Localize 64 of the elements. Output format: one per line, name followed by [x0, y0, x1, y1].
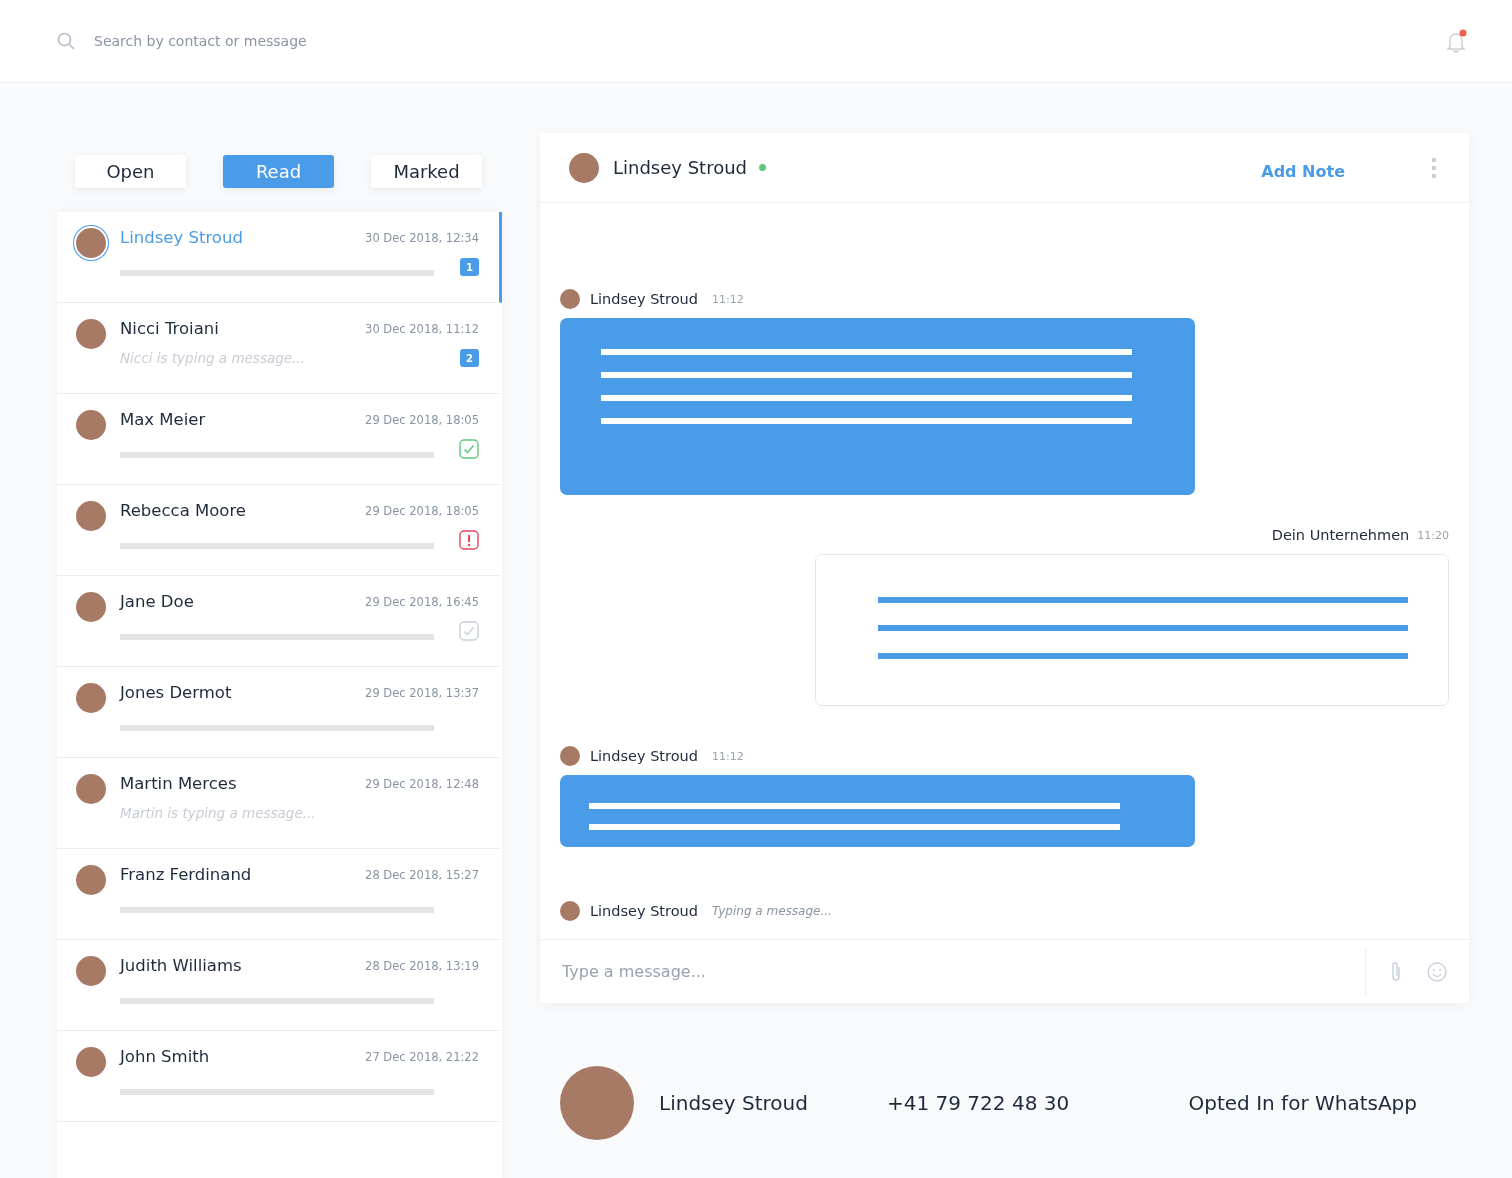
timestamp: 11:20	[1417, 528, 1449, 542]
author-name: Lindsey Stroud	[590, 291, 698, 307]
avatar	[569, 152, 599, 183]
contact-name: Lindsey Stroud	[613, 157, 748, 178]
timestamp: 11:12	[711, 292, 744, 306]
avatar	[76, 592, 106, 622]
avatar	[560, 746, 580, 766]
conversation-item[interactable]: John Smith 27 Dec 2018, 21:22	[57, 1031, 502, 1122]
avatar	[76, 865, 106, 895]
unread-count-badge: 1	[460, 258, 479, 276]
bell-icon[interactable]	[1446, 29, 1468, 53]
contact-name: Lindsey Stroud	[120, 228, 243, 247]
timestamp: 29 Dec 2018, 18:05	[365, 412, 479, 427]
contact-name: Max Meier	[120, 410, 206, 429]
timestamp: 28 Dec 2018, 15:27	[365, 867, 479, 882]
paperclip-icon[interactable]	[1390, 960, 1402, 983]
avatar	[560, 901, 580, 921]
author-name: Lindsey Stroud	[590, 903, 698, 919]
phone-number: +41 79 722 48 30	[887, 1091, 1070, 1115]
avatar	[76, 319, 106, 349]
tab[interactable]: Open	[75, 155, 186, 188]
avatar	[560, 289, 580, 309]
timestamp: 28 Dec 2018, 13:19	[365, 958, 479, 973]
unread-count-badge: 2	[460, 349, 479, 367]
author-name: Lindsey Stroud	[590, 748, 698, 764]
search-icon	[57, 32, 75, 50]
message-input[interactable]: Type a message...	[560, 961, 1341, 982]
more-options-icon[interactable]	[1431, 156, 1437, 179]
timestamp: 29 Dec 2018, 18:05	[365, 503, 479, 518]
avatar	[76, 228, 106, 258]
typing-indicator: Typing a message...	[711, 904, 832, 918]
contact-name: Jones Dermot	[120, 683, 232, 702]
tab[interactable]: Marked	[371, 155, 482, 188]
avatar	[76, 1047, 106, 1077]
avatar	[76, 410, 106, 440]
timestamp: 27 Dec 2018, 21:22	[365, 1049, 479, 1064]
emoji-icon[interactable]	[1426, 960, 1448, 983]
conversation-item[interactable]: Judith Williams 28 Dec 2018, 13:19	[57, 940, 502, 1031]
conversation-item[interactable]: Jane Doe 29 Dec 2018, 16:45	[57, 576, 502, 667]
conversation-item[interactable]: Franz Ferdinand 28 Dec 2018, 15:27	[57, 849, 502, 940]
conversation-item[interactable]: Jones Dermot 29 Dec 2018, 13:37	[57, 667, 502, 758]
contact-name: Judith Williams	[120, 956, 242, 975]
contact-name: Lindsey Stroud	[659, 1091, 809, 1115]
contact-name: Rebecca Moore	[120, 501, 246, 520]
timestamp: 29 Dec 2018, 12:48	[365, 776, 479, 791]
timestamp: 29 Dec 2018, 13:37	[365, 685, 479, 700]
timestamp: 30 Dec 2018, 11:12	[365, 321, 479, 336]
contact-name: John Smith	[120, 1047, 210, 1066]
timestamp: 30 Dec 2018, 12:34	[365, 230, 479, 245]
contact-name: Jane Doe	[120, 592, 194, 611]
whatsapp-status: Opted In for WhatsApp	[1188, 1091, 1417, 1115]
avatar	[76, 774, 106, 804]
conversation-item[interactable]: Rebecca Moore 29 Dec 2018, 18:05	[57, 485, 502, 576]
contact-name: Martin Merces	[120, 774, 237, 793]
avatar	[76, 956, 106, 986]
contact-name: Nicci Troiani	[120, 319, 219, 338]
search-field[interactable]: Search by contact or message	[92, 32, 396, 50]
timestamp: 11:12	[711, 749, 744, 763]
conversation-item[interactable]: Max Meier 29 Dec 2018, 18:05	[57, 394, 502, 485]
author-name: Dein Unternehmen	[1271, 527, 1410, 543]
avatar	[76, 683, 106, 713]
timestamp: 29 Dec 2018, 16:45	[365, 594, 479, 609]
avatar	[76, 501, 106, 531]
contact-name: Franz Ferdinand	[120, 865, 252, 884]
